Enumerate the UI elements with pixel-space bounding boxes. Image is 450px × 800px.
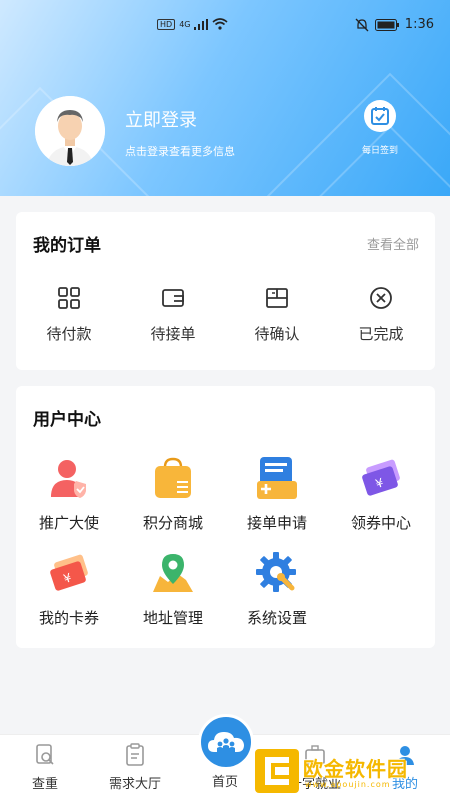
tab-label: 需求大厅 (108, 777, 161, 792)
login-subtitle[interactable]: 点击登录查看更多信息 (125, 143, 235, 159)
settings-icon (256, 552, 296, 592)
tab-label: 首页 (211, 775, 238, 790)
status-bar: HD 4G 1:36 (0, 0, 450, 50)
orders-title: 我的订单 (33, 236, 101, 256)
order-application-item[interactable]: 接单申请 (232, 455, 322, 533)
signal-icon (194, 18, 209, 30)
user-shield-icon (51, 460, 86, 498)
home-cloud-icon (208, 732, 244, 752)
signal-label: 4G (179, 19, 191, 29)
order-pending-confirm[interactable]: 待确认 (232, 284, 322, 344)
user-center-label: 领券中心 (350, 514, 411, 532)
tab-check-duplicate[interactable]: 查重 (5, 743, 85, 792)
see-all-link[interactable]: 查看全部 (367, 234, 419, 253)
user-center-label: 积分商城 (142, 514, 203, 532)
system-settings-item[interactable]: 系统设置 (232, 550, 322, 628)
user-center-label: 系统设置 (246, 609, 307, 627)
watermark-name: 欧金软件园 (303, 757, 408, 781)
promoter-item[interactable]: 推广大使 (24, 455, 114, 533)
daily-checkin-button[interactable]: 每日签到 (355, 100, 405, 156)
address-management-item[interactable]: 地址管理 (128, 550, 218, 628)
my-orders-card: 我的订单 查看全部 待付款 待接单 待确认 已完成 (16, 212, 435, 370)
wallet-icon (162, 289, 184, 307)
user-center-label: 推广大使 (38, 514, 99, 532)
profile-header: HD 4G 1:36 立即登录 点击登录查看更多信息 每日签到 (0, 0, 450, 196)
order-label: 待接单 (150, 325, 196, 343)
grid-icon (58, 287, 80, 309)
battery-icon (374, 18, 399, 31)
order-label: 已完成 (358, 325, 404, 343)
login-title[interactable]: 立即登录 (125, 106, 197, 132)
order-pending-accept[interactable]: 待接单 (128, 284, 218, 344)
order-label: 待付款 (46, 325, 92, 343)
clipboard-icon (126, 743, 144, 766)
book-icon (266, 288, 288, 308)
tab-home[interactable]: 首页 (185, 771, 265, 790)
check-doc-icon (36, 744, 54, 765)
user-center-title: 用户中心 (33, 410, 101, 430)
user-center-label: 我的卡券 (38, 609, 99, 627)
watermark: 欧金软件园 www.apoujin.com (255, 747, 441, 795)
shopping-bag-icon (155, 457, 191, 498)
home-center-button[interactable] (198, 714, 254, 770)
mute-icon (355, 18, 369, 31)
network-badge: HD (157, 18, 176, 30)
calendar-check-icon (371, 107, 389, 125)
ticket-icon: ¥ (50, 554, 88, 591)
checkin-label: 每日签到 (361, 146, 398, 156)
points-mall-item[interactable]: 积分商城 (128, 455, 218, 533)
my-cards-item[interactable]: ¥ 我的卡券 (24, 550, 114, 628)
wifi-icon (212, 18, 229, 30)
coupon-center-item[interactable]: ¥ 领券中心 (336, 455, 426, 533)
user-center-label: 接单申请 (246, 514, 307, 532)
user-center-card: 用户中心 推广大使 积分商城 接单申请 ¥ 领券中心 ¥ 我的卡券 地址管理 系… (16, 386, 435, 648)
map-pin-icon (153, 554, 193, 592)
watermark-url: www.apoujin.com (305, 780, 391, 789)
tab-label: 查重 (31, 777, 58, 792)
tab-demand-hall[interactable]: 需求大厅 (95, 743, 175, 792)
close-circle-icon (370, 287, 392, 309)
order-completed[interactable]: 已完成 (336, 284, 426, 344)
watermark-logo-icon (255, 749, 299, 793)
avatar[interactable] (35, 96, 105, 166)
application-icon (257, 457, 297, 499)
order-pending-payment[interactable]: 待付款 (24, 284, 114, 344)
user-center-label: 地址管理 (142, 609, 203, 627)
order-label: 待确认 (254, 325, 300, 343)
coupon-icon: ¥ (362, 459, 400, 496)
status-time: 1:36 (404, 17, 434, 32)
